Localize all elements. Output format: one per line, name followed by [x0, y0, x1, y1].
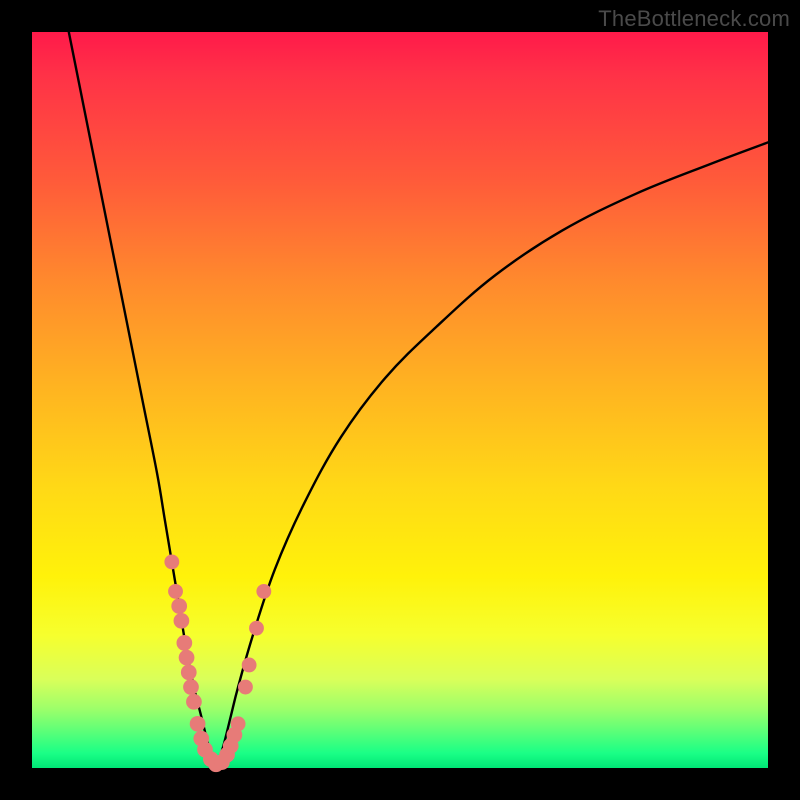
data-marker: [231, 716, 246, 731]
data-marker: [242, 658, 257, 673]
data-marker: [174, 613, 190, 629]
marker-group: [164, 555, 271, 773]
data-marker: [179, 650, 195, 666]
data-marker: [164, 555, 179, 570]
chart-frame: TheBottleneck.com: [0, 0, 800, 800]
data-marker: [190, 716, 206, 732]
data-marker: [171, 598, 187, 614]
chart-svg: [32, 32, 768, 768]
curve-right-branch: [216, 142, 768, 768]
data-marker: [186, 694, 202, 710]
data-marker: [238, 680, 253, 695]
data-marker: [183, 679, 199, 695]
data-marker: [256, 584, 271, 599]
data-marker: [176, 635, 192, 651]
data-marker: [181, 664, 197, 680]
plot-area: [32, 32, 768, 768]
data-marker: [168, 584, 183, 599]
watermark-text: TheBottleneck.com: [598, 6, 790, 32]
data-marker: [249, 621, 264, 636]
